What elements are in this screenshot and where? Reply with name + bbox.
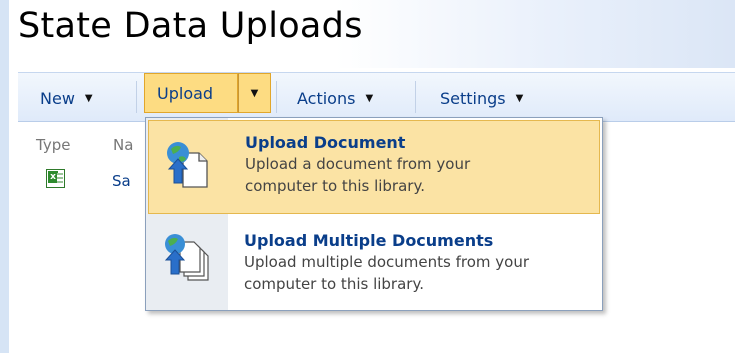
upload-dropdown-toggle[interactable]: ▼ (238, 73, 271, 113)
upload-label: Upload (157, 83, 214, 103)
new-label: New (40, 88, 75, 108)
menu-item-title: Upload Multiple Documents (244, 231, 494, 250)
actions-label: Actions (297, 88, 356, 108)
menu-item-description: Upload a document from your (245, 155, 471, 173)
toolbar-separator (136, 81, 137, 113)
file-name-link[interactable]: Sa (112, 172, 131, 190)
menu-item-upload-multiple-documents[interactable]: Upload Multiple Documents Upload multipl… (148, 218, 600, 308)
excel-file-icon: x (46, 169, 65, 188)
chevron-down-icon: ▼ (515, 92, 524, 104)
menu-item-description: Upload multiple documents from your (244, 253, 530, 271)
chevron-down-icon: ▼ (365, 92, 374, 104)
new-menu-button[interactable]: New ▼ (40, 85, 93, 111)
page-title: State Data Uploads (18, 6, 363, 46)
settings-menu-button[interactable]: Settings ▼ (440, 85, 523, 111)
chevron-down-icon: ▼ (84, 92, 93, 104)
column-header-name[interactable]: Na (113, 136, 133, 154)
menu-item-description: computer to this library. (244, 275, 424, 293)
upload-dropdown-menu: Upload Document Upload a document from y… (145, 117, 603, 311)
list-toolbar: New ▼ Actions ▼ Settings ▼ (18, 72, 735, 122)
column-header-type[interactable]: Type (36, 136, 70, 154)
menu-item-title: Upload Document (245, 133, 406, 152)
upload-button[interactable]: Upload (144, 73, 238, 113)
menu-item-description: computer to this library. (245, 177, 425, 195)
left-rail (0, 0, 9, 353)
actions-menu-button[interactable]: Actions ▼ (297, 85, 373, 111)
toolbar-separator (276, 81, 277, 113)
upload-multiple-documents-icon (164, 234, 209, 281)
menu-item-upload-document[interactable]: Upload Document Upload a document from y… (148, 120, 600, 214)
toolbar-separator (415, 81, 416, 113)
settings-label: Settings (440, 88, 506, 108)
chevron-down-icon: ▼ (250, 87, 259, 99)
upload-document-icon (167, 142, 208, 188)
